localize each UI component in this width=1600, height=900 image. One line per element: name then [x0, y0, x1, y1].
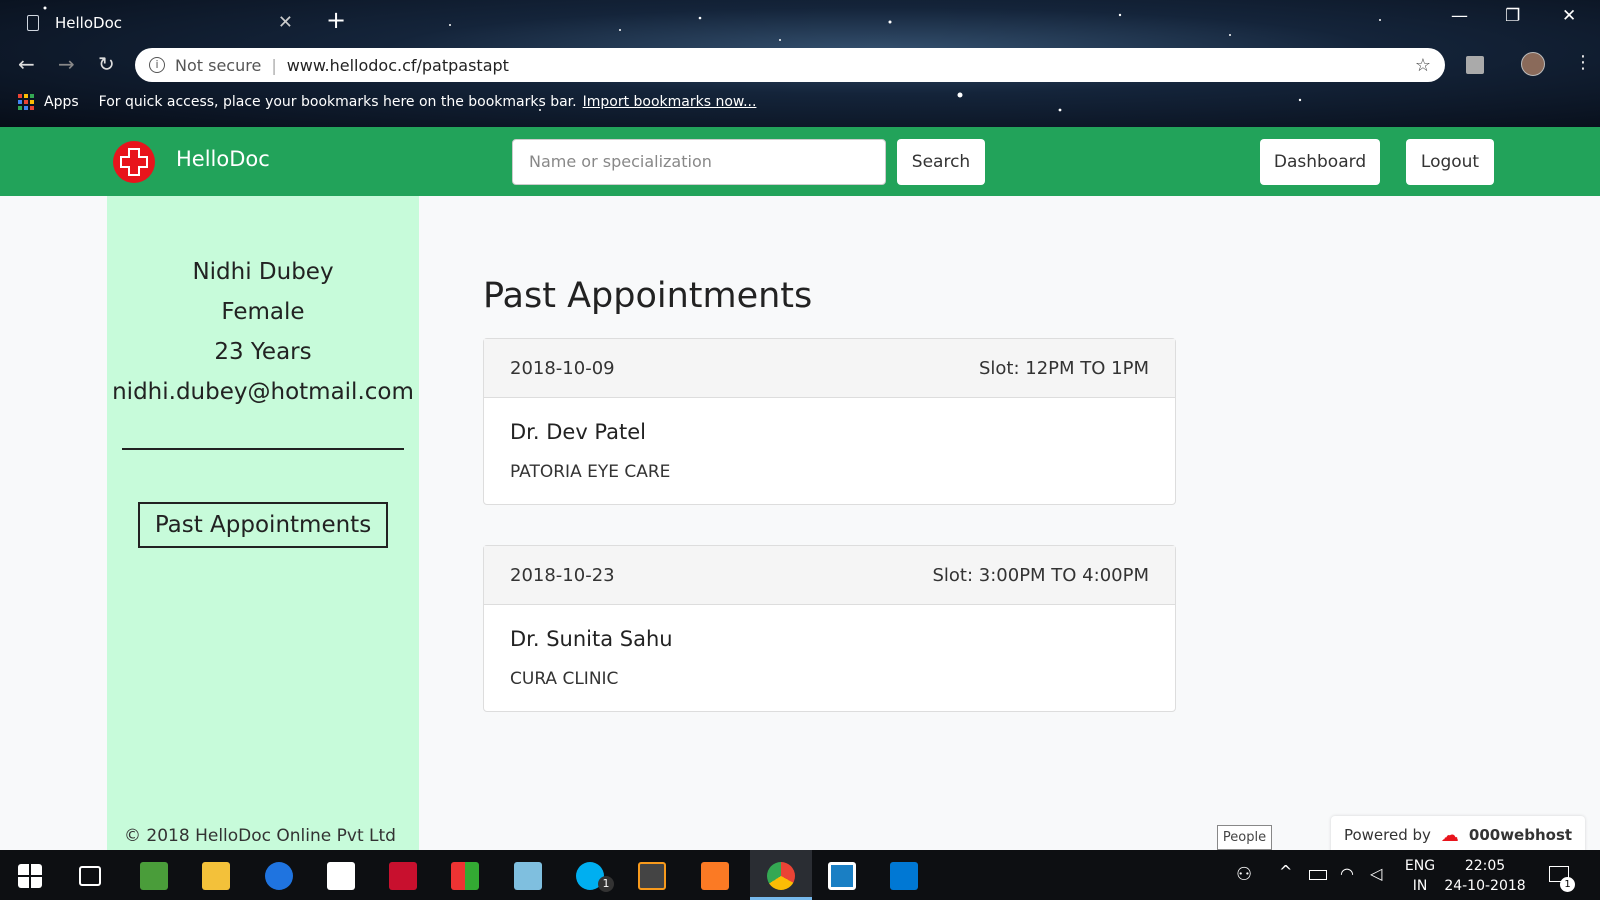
search-input[interactable]: Name or specialization — [512, 139, 886, 185]
site-header: HelloDoc Name or specialization Search D… — [0, 127, 1600, 196]
close-window-icon[interactable]: ✕ — [1562, 6, 1576, 26]
minimize-icon[interactable]: — — [1451, 6, 1468, 26]
volume-icon[interactable]: ◁ — [1370, 864, 1382, 883]
bookmark-star-icon[interactable]: ☆ — [1415, 55, 1431, 76]
clinic-name: CURA CLINIC — [510, 669, 619, 689]
forward-icon[interactable]: → — [58, 52, 75, 76]
import-bookmarks-link[interactable]: Import bookmarks now... — [583, 94, 757, 110]
profile-sidebar: Nidhi Dubey Female 23 Years nidhi.dubey@… — [107, 196, 419, 850]
photos-icon[interactable] — [140, 862, 168, 890]
copyright-text: © 2018 HelloDoc Online Pvt Ltd — [124, 826, 396, 846]
appointment-card-header: 2018-10-09 Slot: 12PM TO 1PM — [484, 339, 1175, 398]
back-icon[interactable]: ← — [18, 52, 35, 76]
sublime-icon[interactable] — [638, 862, 666, 890]
past-appointments-button[interactable]: Past Appointments — [138, 502, 388, 548]
language-code: ENG — [1404, 858, 1436, 874]
battery-icon[interactable] — [1309, 870, 1327, 880]
page-icon — [27, 14, 39, 31]
sidebar-divider — [122, 448, 404, 450]
reload-icon[interactable]: ↻ — [98, 52, 115, 76]
webhost-logo-icon: ☁ — [1440, 824, 1459, 846]
close-tab-icon[interactable]: ✕ — [278, 12, 293, 33]
browser-tab[interactable]: HelloDoc ✕ — [15, 4, 305, 41]
appointment-card-body: Dr. Dev Patel PATORIA EYE CARE — [484, 398, 1175, 504]
mcafee-icon[interactable] — [389, 862, 417, 890]
bookmarks-bar: Apps For quick access, place your bookma… — [18, 94, 756, 110]
notepad-icon[interactable] — [514, 862, 542, 890]
appointment-card: 2018-10-09 Slot: 12PM TO 1PM Dr. Dev Pat… — [483, 338, 1176, 505]
medical-cross-logo-icon[interactable] — [111, 139, 157, 185]
page-title: Past Appointments — [483, 276, 813, 316]
browser-chrome: HelloDoc ✕ + — ❐ ✕ ← → ↻ i Not secure | … — [0, 0, 1600, 127]
info-icon[interactable]: i — [149, 57, 165, 73]
powered-by-label: Powered by — [1343, 826, 1431, 844]
menu-icon[interactable]: ⋮ — [1574, 52, 1592, 73]
windows-start-icon[interactable] — [18, 864, 42, 888]
winrar-icon[interactable] — [451, 862, 479, 890]
dashboard-button[interactable]: Dashboard — [1260, 139, 1380, 185]
profile-info: Nidhi Dubey Female 23 Years nidhi.dubey@… — [107, 252, 419, 412]
patient-gender: Female — [221, 299, 305, 325]
people-icon[interactable]: ⚇ — [1236, 864, 1252, 885]
doctor-name: Dr. Sunita Sahu — [510, 627, 673, 651]
appointment-date: 2018-10-09 — [510, 357, 615, 379]
powered-by-badge[interactable]: Powered by ☁ 000webhost — [1331, 816, 1585, 854]
logout-button[interactable]: Logout — [1406, 139, 1494, 185]
appointment-card-header: 2018-10-23 Slot: 3:00PM TO 4:00PM — [484, 546, 1175, 605]
clock-date: 24-10-2018 — [1444, 878, 1526, 894]
language-region: IN — [1412, 878, 1428, 894]
language-indicator[interactable]: ENG IN — [1402, 856, 1438, 896]
patient-email: nidhi.dubey@hotmail.com — [112, 379, 414, 405]
security-label: Not secure — [175, 55, 262, 75]
xampp-icon[interactable] — [701, 862, 729, 890]
chrome-icon[interactable] — [767, 862, 795, 890]
skype-badge: 1 — [598, 876, 614, 892]
patient-name: Nidhi Dubey — [192, 259, 334, 285]
address-bar[interactable]: i Not secure | www.hellodoc.cf/patpastap… — [135, 48, 1445, 82]
show-hidden-icons[interactable]: ^ — [1279, 862, 1292, 881]
file-explorer-icon[interactable] — [202, 862, 230, 890]
profile-avatar[interactable] — [1521, 52, 1545, 76]
store-icon[interactable] — [327, 862, 355, 890]
restore-icon[interactable]: ❐ — [1505, 6, 1520, 26]
doctor-name: Dr. Dev Patel — [510, 420, 646, 444]
appointment-card-body: Dr. Sunita Sahu CURA CLINIC — [484, 605, 1175, 711]
apps-link[interactable]: Apps — [44, 94, 79, 110]
address-separator: | — [271, 55, 277, 75]
webhost-brand: 000webhost — [1468, 826, 1573, 844]
clock-time: 22:05 — [1464, 858, 1506, 874]
extension-icon[interactable] — [1466, 56, 1484, 74]
appointment-slot: Slot: 12PM TO 1PM — [978, 357, 1149, 379]
remote-icon[interactable] — [828, 862, 856, 890]
wifi-icon[interactable]: ◠ — [1340, 864, 1354, 883]
appointment-card: 2018-10-23 Slot: 3:00PM TO 4:00PM Dr. Su… — [483, 545, 1176, 712]
new-tab-icon[interactable]: + — [326, 6, 346, 34]
bookmarks-message: For quick access, place your bookmarks h… — [98, 94, 577, 110]
people-tooltip: People — [1217, 825, 1272, 850]
task-view-icon[interactable] — [79, 866, 101, 886]
patient-age: 23 Years — [214, 339, 312, 365]
appointment-slot: Slot: 3:00PM TO 4:00PM — [932, 564, 1149, 586]
apps-icon[interactable] — [18, 94, 34, 110]
vscode-icon[interactable] — [890, 862, 918, 890]
brand-name[interactable]: HelloDoc — [176, 147, 270, 171]
url-text[interactable]: www.hellodoc.cf/patpastapt — [287, 56, 1415, 75]
notification-badge: 1 — [1560, 877, 1575, 892]
search-button[interactable]: Search — [897, 139, 985, 185]
appointment-date: 2018-10-23 — [510, 564, 615, 586]
clinic-name: PATORIA EYE CARE — [510, 462, 671, 482]
tab-title: HelloDoc — [55, 13, 122, 32]
system-clock[interactable]: 22:05 24-10-2018 — [1440, 856, 1530, 896]
teamviewer-icon[interactable] — [265, 862, 293, 890]
